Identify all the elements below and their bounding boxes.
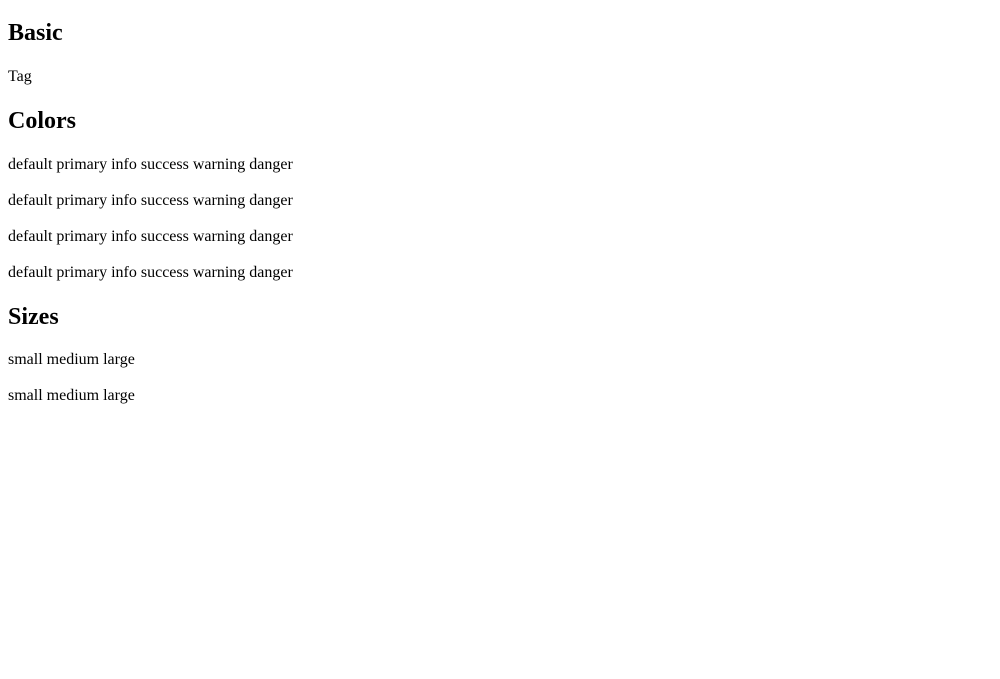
tag-info: info — [111, 228, 137, 245]
tag-warning: warning — [192, 264, 246, 281]
section-title-basic: Basic — [8, 20, 63, 46]
tag-info: info — [111, 192, 137, 209]
tag-default: default — [8, 192, 53, 209]
tag-row-colors: default primary info success warning dan… — [8, 156, 992, 174]
tag-success: success — [140, 228, 189, 245]
tag-success: success — [140, 192, 189, 209]
tag-basic: Tag — [8, 68, 32, 85]
tag-large: large — [103, 387, 135, 404]
tag-medium: medium — [46, 351, 100, 368]
tag-primary: primary — [56, 156, 108, 173]
tag-row-basic: Tag — [8, 68, 992, 86]
tag-primary: primary — [56, 264, 108, 281]
tag-default: default — [8, 228, 53, 245]
tag-row-colors: default primary info success warning dan… — [8, 192, 992, 210]
tag-row-sizes: small medium large — [8, 351, 992, 369]
tag-danger: danger — [249, 228, 293, 245]
tag-default: default — [8, 264, 53, 281]
tag-warning: warning — [192, 192, 246, 209]
tag-primary: primary — [56, 192, 108, 209]
tag-primary: primary — [56, 228, 108, 245]
tag-small: small — [8, 387, 43, 404]
tag-default: default — [8, 156, 53, 173]
tag-row-colors: default primary info success warning dan… — [8, 264, 992, 282]
tag-large: large — [103, 351, 135, 368]
tag-success: success — [140, 156, 189, 173]
section-title-colors: Colors — [8, 108, 76, 134]
tag-danger: danger — [249, 264, 293, 281]
tag-small: small — [8, 351, 43, 368]
tag-success: success — [140, 264, 189, 281]
tag-row-sizes: small medium large — [8, 387, 992, 405]
tag-warning: warning — [192, 228, 246, 245]
tag-medium: medium — [46, 387, 100, 404]
tag-info: info — [111, 264, 137, 281]
tag-info: info — [111, 156, 137, 173]
tag-danger: danger — [249, 192, 293, 209]
tag-warning: warning — [192, 156, 246, 173]
section-title-sizes: Sizes — [8, 304, 59, 330]
tag-row-colors: default primary info success warning dan… — [8, 228, 992, 246]
tag-danger: danger — [249, 156, 293, 173]
tag-demo-page: Basic Tag Colors default primary info su… — [0, 19, 1000, 405]
